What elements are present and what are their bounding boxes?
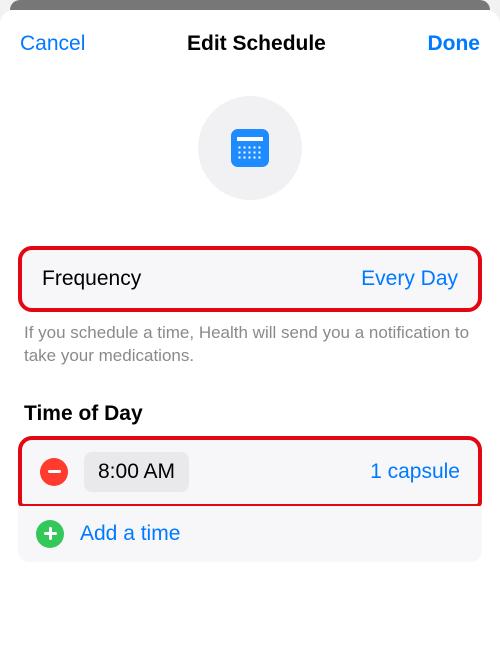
calendar-icon (231, 129, 269, 167)
frequency-row[interactable]: Frequency Every Day (18, 246, 482, 312)
time-value[interactable]: 8:00 AM (84, 452, 189, 492)
header-icon-row (0, 70, 500, 246)
nav-bar: Cancel Edit Schedule Done (0, 18, 500, 70)
page-title: Edit Schedule (187, 32, 326, 56)
frequency-value: Every Day (361, 267, 458, 291)
add-time-row[interactable]: Add a time (18, 506, 482, 562)
time-row[interactable]: 8:00 AM 1 capsule (18, 436, 482, 508)
done-button[interactable]: Done (427, 32, 480, 56)
frequency-label: Frequency (42, 267, 141, 291)
add-time-label: Add a time (80, 522, 180, 546)
remove-time-icon[interactable] (40, 458, 68, 486)
edit-schedule-sheet: Cancel Edit Schedule Done Frequency Ever… (0, 10, 500, 648)
add-time-icon[interactable] (36, 520, 64, 548)
header-icon-circle (198, 96, 302, 200)
dose-value[interactable]: 1 capsule (370, 460, 460, 484)
time-of-day-title: Time of Day (0, 368, 500, 436)
cancel-button[interactable]: Cancel (20, 32, 85, 56)
frequency-hint: If you schedule a time, Health will send… (0, 312, 500, 368)
